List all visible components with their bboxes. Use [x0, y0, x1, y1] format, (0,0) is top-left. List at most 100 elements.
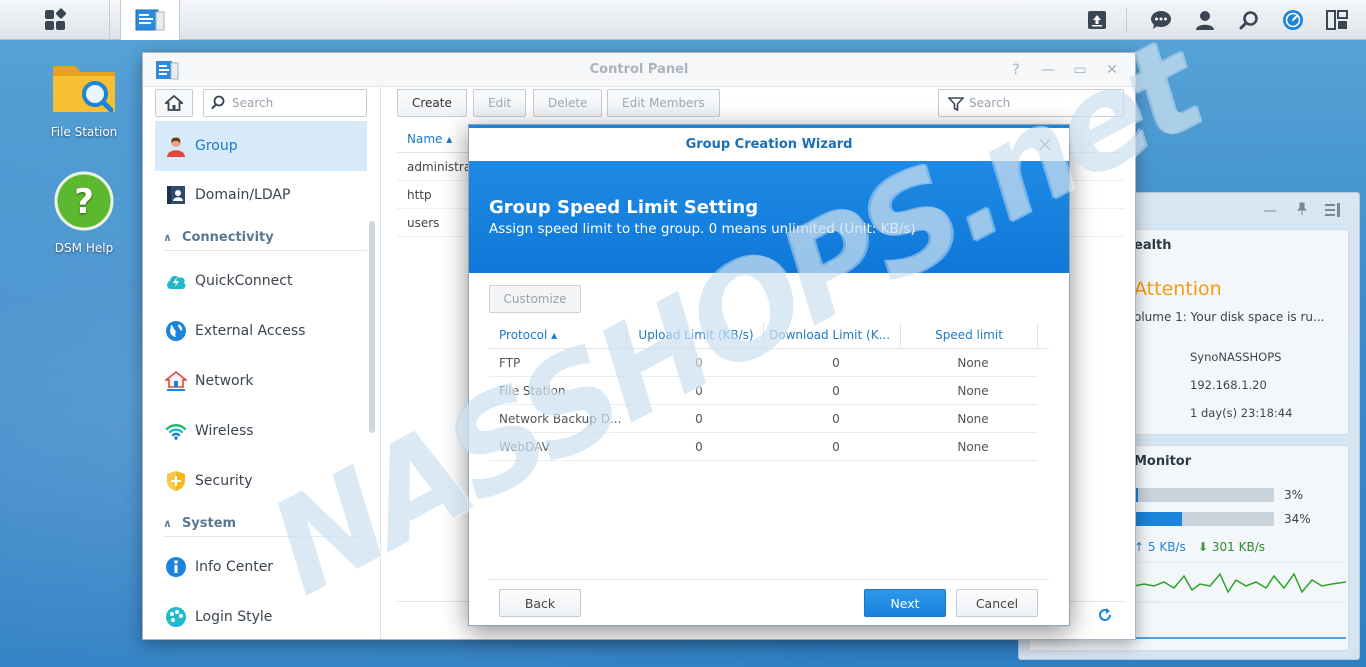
search-button[interactable] [1234, 6, 1264, 34]
window-titlebar[interactable]: Control Panel ? — ▭ ✕ [143, 53, 1135, 87]
group-name: users [407, 216, 440, 230]
taskbar-control-panel[interactable] [120, 0, 180, 40]
server-name: SynoNASSHOPS [1190, 350, 1282, 364]
wizard-titlebar[interactable]: Group Creation Wizard × [469, 125, 1069, 161]
column-protocol[interactable]: Protocol ▴ [499, 321, 625, 349]
notifications-button[interactable] [1146, 6, 1176, 34]
download-cell: 0 [832, 384, 840, 398]
speed-cell: None [957, 440, 989, 454]
user-options-button[interactable] [1190, 6, 1220, 34]
sidebar-item-label: External Access [195, 323, 306, 339]
sidebar-scrollbar[interactable] [369, 221, 375, 433]
sidebar-item-wireless[interactable]: Wireless [155, 407, 367, 455]
edit-members-button[interactable]: Edit Members [607, 89, 720, 117]
cpu-percent: 3% [1284, 488, 1304, 502]
column-speed-limit[interactable]: Speed limit [901, 321, 1037, 349]
desktop-icon-label: DSM Help [54, 241, 114, 255]
widget-title: ealth [1134, 238, 1172, 253]
network-graph [1134, 562, 1346, 639]
volume-message: olume 1: Your disk space is ru... [1134, 310, 1325, 324]
column-download-limit[interactable]: Download Limit (K... [769, 321, 895, 349]
sidebar-item-label: Info Center [195, 559, 274, 575]
column-divider [1037, 323, 1038, 347]
back-button[interactable]: Back [499, 589, 581, 617]
upload-speed-value: 5 KB/s [1147, 540, 1186, 554]
sidebar-item-group[interactable]: Group [155, 121, 367, 171]
download-cell: 0 [832, 440, 840, 454]
refresh-button[interactable] [1097, 607, 1113, 627]
minimize-icon[interactable]: — [1263, 203, 1277, 219]
sidebar-item-label: Login Style [195, 609, 273, 625]
section-system[interactable]: ∧ System [163, 511, 367, 537]
wizard-footer-divider [489, 579, 1049, 580]
upload-cell: 0 [695, 440, 703, 454]
control-panel-icon [135, 9, 165, 31]
widgets-button[interactable] [1322, 6, 1352, 34]
sidebar-item-quickconnect[interactable]: QuickConnect [155, 257, 367, 305]
table-row[interactable]: FTP 0 0 None [489, 349, 1037, 377]
close-icon[interactable]: × [1035, 134, 1055, 154]
table-row[interactable]: Network Backup D... 0 0 None [489, 405, 1037, 433]
dsm-update-button[interactable] [1278, 6, 1308, 34]
create-button[interactable]: Create [397, 89, 467, 117]
sidebar-item-domain-ldap[interactable]: Domain/LDAP [155, 171, 367, 219]
help-button[interactable]: ? [1007, 62, 1025, 78]
taskbar [0, 0, 1366, 40]
home-button[interactable] [155, 89, 193, 117]
wifi-icon [165, 420, 187, 442]
banner-subtitle: Assign speed limit to the group. 0 means… [489, 221, 916, 237]
search-icon [1239, 11, 1258, 30]
uptime: 1 day(s) 23:18:44 [1190, 406, 1293, 420]
upload-icon [1088, 11, 1106, 29]
customize-button[interactable]: Customize [489, 285, 581, 313]
minimize-button[interactable]: — [1039, 62, 1057, 78]
desktop-icon-dsm-help[interactable]: ? DSM Help [34, 170, 134, 255]
column-upload-limit[interactable]: Upload Limit (KB/s) [629, 321, 763, 349]
next-button[interactable]: Next [864, 589, 946, 617]
sidebar-item-label: Security [195, 473, 253, 489]
svg-text:?: ? [74, 182, 94, 222]
column-name[interactable]: Name ▴ [407, 132, 452, 146]
close-button[interactable]: ✕ [1103, 62, 1121, 78]
filter-icon [948, 97, 964, 112]
sidebar-item-label: Wireless [195, 423, 254, 439]
sidebar-item-external-access[interactable]: External Access [155, 307, 367, 355]
protocol-cell: File Station [499, 384, 566, 398]
speed-limit-table-header: Protocol ▴ Upload Limit (KB/s) Download … [489, 321, 1049, 349]
wizard-title: Group Creation Wizard [685, 137, 853, 152]
widget-menu-icon[interactable] [1325, 203, 1341, 221]
sidebar-item-login-style[interactable]: Login Style [155, 593, 367, 641]
group-search-input[interactable] [938, 89, 1124, 117]
delete-button[interactable]: Delete [533, 89, 603, 117]
protocol-cell: Network Backup D... [499, 412, 622, 426]
protocol-cell: WebDAV [499, 440, 550, 454]
sidebar-item-label: QuickConnect [195, 273, 293, 289]
speed-cell: None [957, 356, 989, 370]
sidebar-item-label: Network [195, 373, 254, 389]
sidebar-item-network[interactable]: Network [155, 357, 367, 405]
sidebar-search-input[interactable] [203, 89, 367, 117]
pin-icon[interactable] [1295, 202, 1309, 220]
column-divider [626, 323, 627, 347]
section-connectivity[interactable]: ∧ Connectivity [163, 225, 367, 251]
download-speed: ⬇ 301 KB/s [1198, 540, 1265, 554]
group-icon [165, 135, 187, 157]
main-menu-button[interactable] [0, 0, 110, 40]
sidebar-item-info-center[interactable]: Info Center [155, 543, 367, 591]
table-row[interactable]: WebDAV 0 0 None [489, 433, 1037, 461]
maximize-button[interactable]: ▭ [1071, 62, 1089, 78]
sidebar-item-security[interactable]: Security [155, 457, 367, 505]
taskbar-divider [1126, 8, 1127, 32]
desktop-icon-file-station[interactable]: File Station [34, 58, 134, 139]
edit-button[interactable]: Edit [473, 89, 527, 117]
search-icon [211, 95, 225, 109]
home-icon [165, 95, 183, 111]
upload-queue-button[interactable] [1082, 6, 1112, 34]
speed-cell: None [957, 412, 989, 426]
health-status: Attention [1134, 278, 1222, 300]
chat-bubble-icon [1151, 11, 1171, 29]
table-row[interactable]: File Station 0 0 None [489, 377, 1037, 405]
cancel-button[interactable]: Cancel [956, 589, 1038, 617]
desktop-icon-label: File Station [50, 125, 118, 139]
palette-icon [165, 606, 187, 628]
